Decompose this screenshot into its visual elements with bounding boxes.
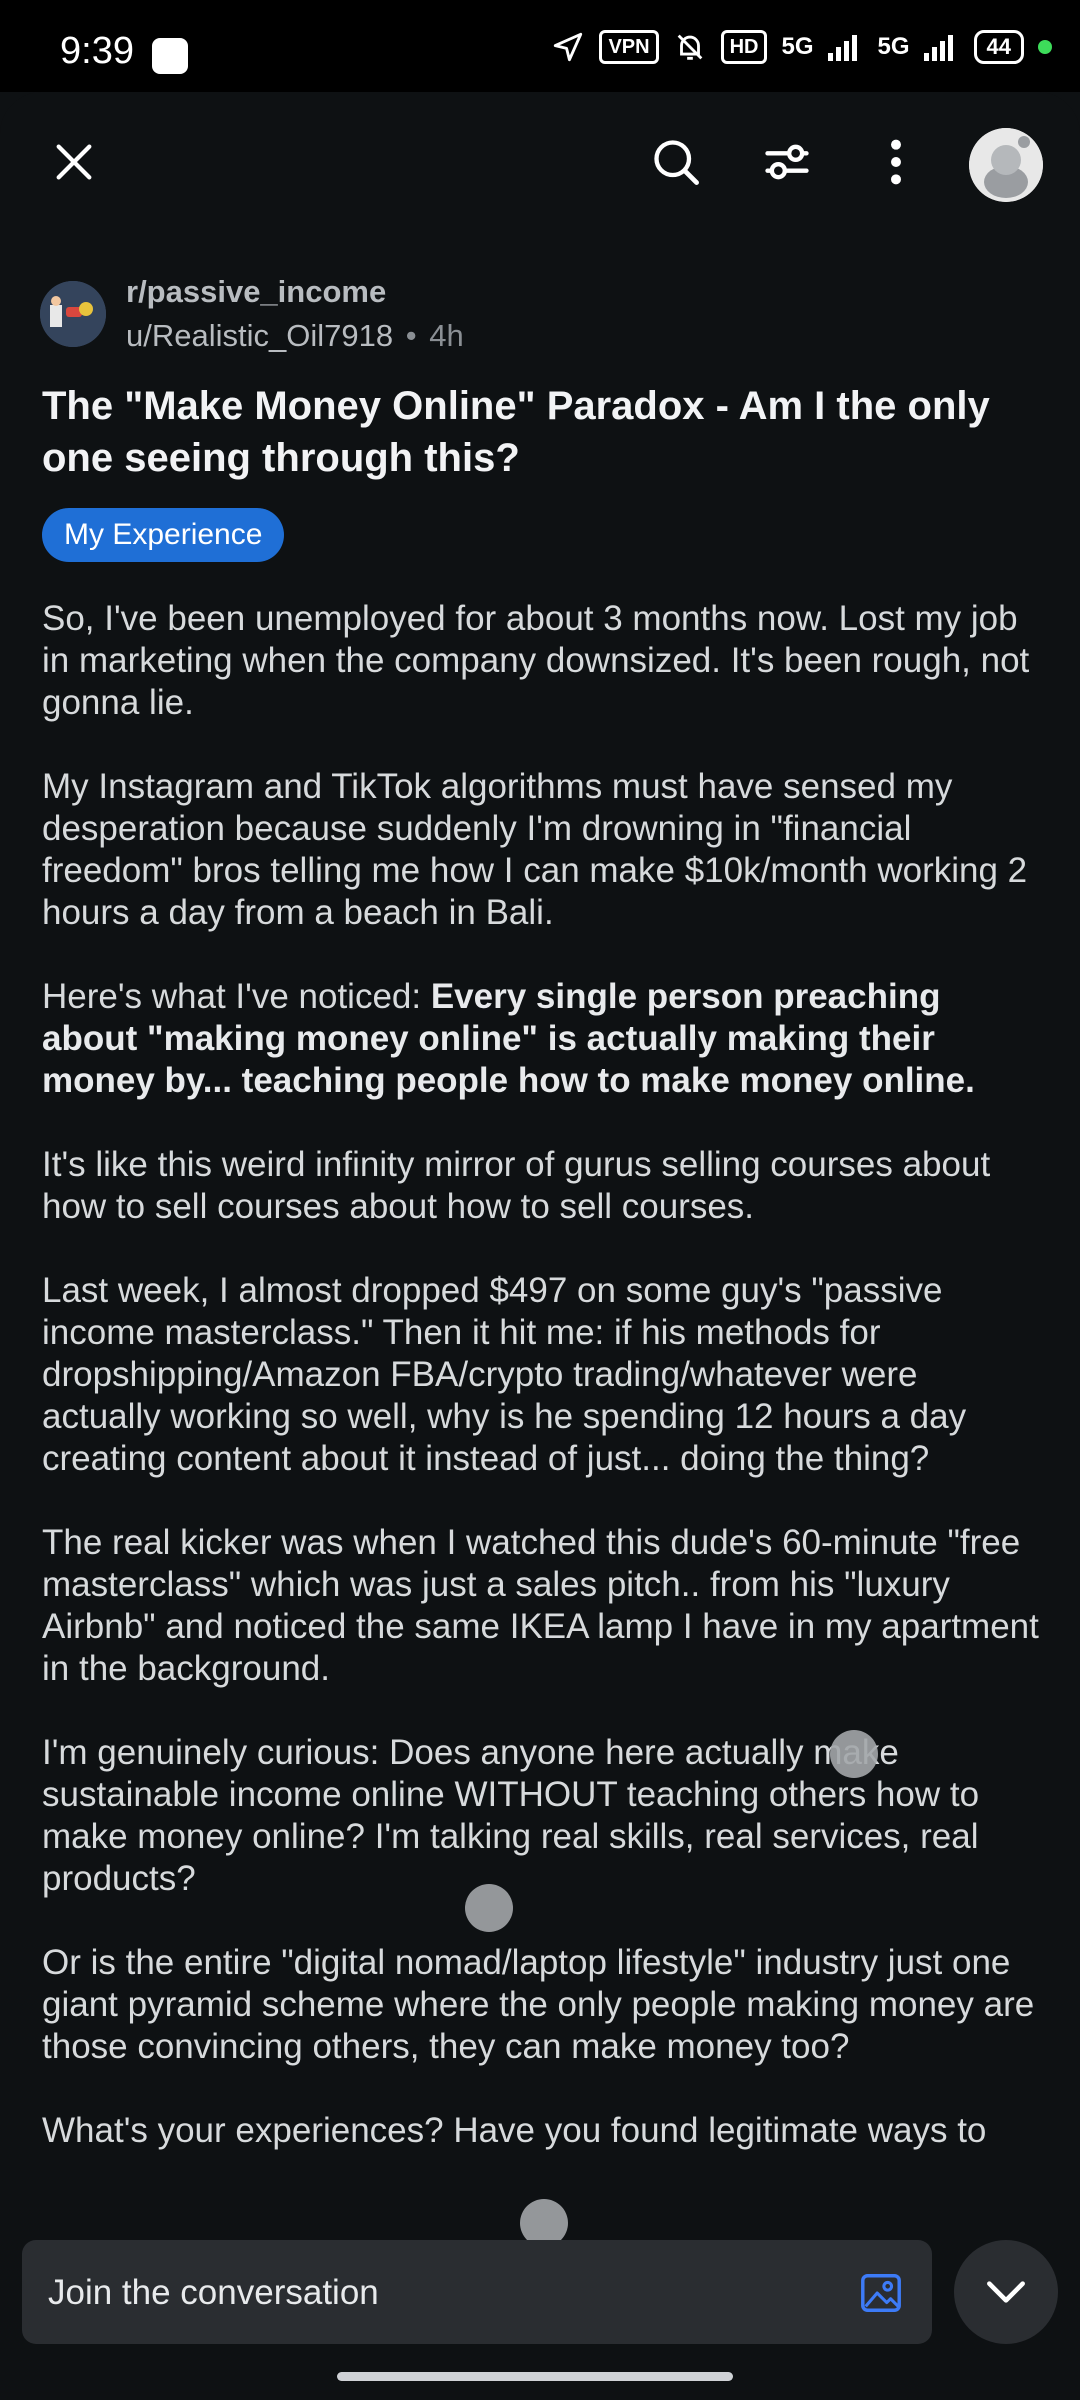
body-paragraph: What's your experiences? Have you found … [42, 2111, 987, 2150]
body-paragraph: Here's what I've noticed: Every single p… [42, 976, 1042, 1102]
body-paragraph: So, I've been unemployed for about 3 mon… [42, 599, 1030, 722]
home-indicator[interactable] [337, 2372, 733, 2381]
sort-button[interactable] [753, 128, 821, 196]
comment-composer[interactable]: Join the conversation [22, 2240, 932, 2344]
post-body: So, I've been unemployed for about 3 mon… [42, 598, 1042, 2194]
body-paragraph: The real kicker was when I watched this … [42, 1523, 1039, 1688]
post-flair[interactable]: My Experience [42, 508, 285, 562]
subreddit-name[interactable]: r/passive_income [126, 274, 386, 310]
status-bar: 9:39 VPN HD 5G 5G 44 [0, 0, 1080, 92]
app-notification-icon [152, 38, 188, 74]
mute-bell-icon [677, 34, 702, 60]
status-time: 9:39 [60, 30, 134, 72]
sort-toggle-icon [765, 144, 809, 180]
search-icon [654, 140, 699, 185]
collapse-button[interactable] [954, 2240, 1058, 2344]
body-paragraph: Last week, I almost dropped $497 on some… [42, 1271, 967, 1478]
battery-indicator: 44 [973, 30, 1024, 64]
status-indicators: VPN HD 5G 5G 44 [551, 30, 1052, 64]
more-vertical-icon [891, 139, 901, 185]
close-icon [56, 144, 92, 180]
privacy-dot [1038, 40, 1052, 54]
hd-badge: HD [720, 30, 768, 64]
chevron-down-icon [987, 2281, 1025, 2303]
network-label-1: 5G [781, 33, 814, 60]
body-paragraph: It's like this weird infinity mirror of … [42, 1145, 991, 1226]
add-image-icon[interactable] [858, 2270, 904, 2316]
author-line: u/Realistic_Oil7918 • 4h [126, 318, 464, 354]
composer-placeholder: Join the conversation [48, 2273, 379, 2312]
signal-icon [923, 35, 953, 61]
subreddit-logo-icon [40, 281, 106, 347]
body-paragraph: Or is the entire "digital nomad/laptop l… [42, 1943, 1035, 2066]
close-button[interactable] [40, 128, 108, 196]
user-avatar-icon [969, 128, 1043, 202]
body-text: Here's what I've noticed: [42, 977, 431, 1016]
post-title: The "Make Money Online" Paradox - Am I t… [42, 384, 990, 480]
user-avatar-button[interactable] [969, 128, 1043, 202]
vpn-badge: VPN [599, 30, 659, 64]
touch-marker [830, 1730, 878, 1778]
signal-icon [827, 35, 857, 61]
meta-separator: • [405, 318, 417, 353]
author-name[interactable]: u/Realistic_Oil7918 [126, 318, 393, 353]
more-options-button[interactable] [862, 128, 930, 196]
location-icon [554, 32, 583, 62]
post-age: 4h [429, 318, 464, 353]
network-label-2: 5G [877, 33, 910, 60]
body-paragraph: My Instagram and TikTok algorithms must … [42, 767, 1028, 932]
subreddit-avatar[interactable] [40, 281, 106, 347]
search-button[interactable] [642, 128, 710, 196]
body-paragraph: I'm genuinely curious: Does anyone here … [42, 1733, 980, 1898]
touch-marker [465, 1884, 513, 1932]
